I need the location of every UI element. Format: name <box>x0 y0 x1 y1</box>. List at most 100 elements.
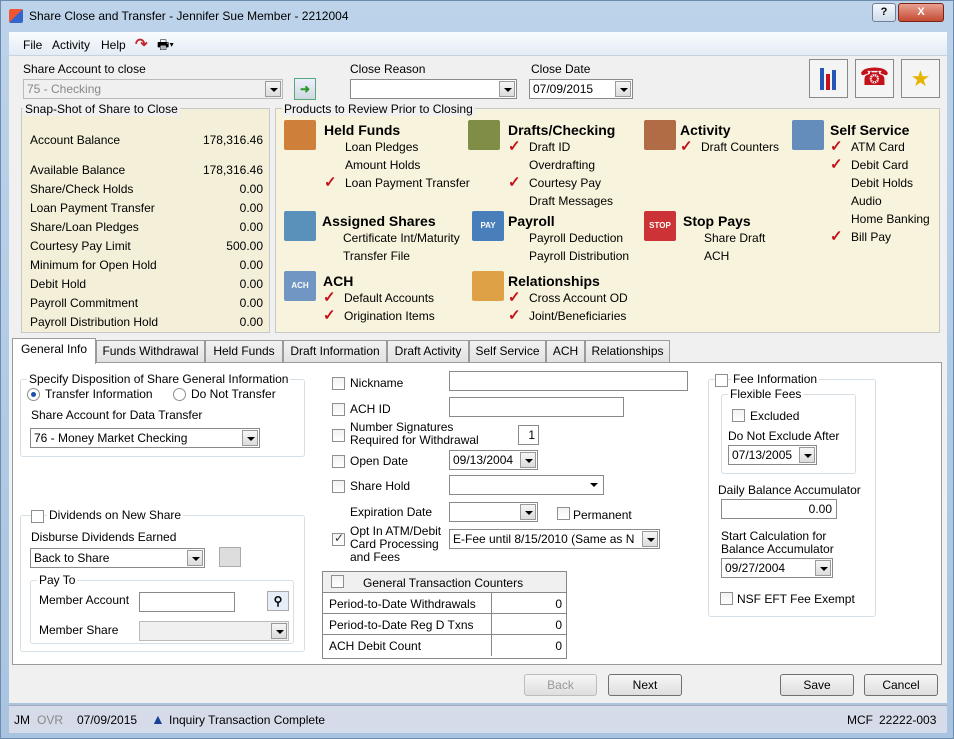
product-item: Payroll Distribution <box>529 249 630 263</box>
help-button[interactable]: ? <box>872 3 896 22</box>
checkbook-icon <box>468 120 500 150</box>
share-hold-checkbox[interactable] <box>332 480 345 493</box>
ach-id-input[interactable] <box>449 397 624 417</box>
review-check-icon: ✓ <box>323 307 336 324</box>
share-hold-select[interactable] <box>449 475 604 495</box>
binoculars-icon[interactable]: ⚲ <box>267 591 289 611</box>
tab-funds-withdrawal[interactable]: Funds Withdrawal <box>96 340 205 362</box>
cancel-button[interactable]: Cancel <box>864 674 938 696</box>
chevron-down-icon <box>187 550 203 566</box>
counter-row: Period-to-Date Reg D Txns 0 <box>323 614 566 635</box>
product-item: Bill Pay <box>851 230 892 244</box>
member-share-select[interactable] <box>139 621 289 641</box>
next-button[interactable]: Next <box>608 674 682 696</box>
counters-checkbox[interactable] <box>331 575 344 588</box>
product-item: Joint/Beneficiaries <box>529 309 627 323</box>
excluded-label: Excluded <box>750 409 800 423</box>
product-item: Loan Payment Transfer <box>345 176 470 190</box>
do-not-transfer-label: Do Not Transfer <box>191 387 276 401</box>
opt-in-checkbox[interactable] <box>332 531 345 546</box>
fee-info-label: Fee Information <box>731 372 820 386</box>
counter-label: Period-to-Date Reg D Txns <box>329 618 474 632</box>
assigned-title: Assigned Shares <box>322 213 436 229</box>
snapshot-value: 0.00 <box>239 315 263 329</box>
tab-relationships[interactable]: Relationships <box>585 340 670 362</box>
go-arrow-button[interactable]: ➜ <box>294 78 316 100</box>
fee-info-checkbox[interactable] <box>715 374 728 387</box>
back-button[interactable]: Back <box>524 674 597 696</box>
review-check-icon: ✓ <box>508 138 521 155</box>
snapshot-value: 0.00 <box>239 220 263 234</box>
nsf-checkbox[interactable] <box>720 592 733 605</box>
share-account-transfer-select[interactable]: 76 - Money Market Checking <box>30 428 260 448</box>
transfer-info-radio[interactable] <box>27 388 40 401</box>
open-date-checkbox[interactable] <box>332 455 345 468</box>
tab-general-info[interactable]: General Info <box>12 338 96 364</box>
counters-title: General Transaction Counters <box>363 576 524 590</box>
menu-help[interactable]: Help <box>101 38 126 52</box>
tab-ach[interactable]: ACH <box>546 340 585 362</box>
redo-icon[interactable]: ↷ <box>135 35 148 53</box>
daily-balance-input[interactable]: 0.00 <box>721 499 837 519</box>
share-hold-label: Share Hold <box>350 479 411 493</box>
excluded-checkbox[interactable] <box>732 409 745 422</box>
menu-activity[interactable]: Activity <box>52 38 90 52</box>
start-calc-picker[interactable]: 09/27/2004 <box>721 558 833 578</box>
num-signatures-input[interactable]: 1 <box>518 425 539 445</box>
opt-in-select[interactable]: E-Fee until 8/15/2010 (Same as N <box>449 529 660 549</box>
expiration-date-picker[interactable] <box>449 502 538 522</box>
tab-draft-information[interactable]: Draft Information <box>283 340 387 362</box>
report-chart-button[interactable] <box>809 59 848 98</box>
ach-id-checkbox[interactable] <box>332 403 345 416</box>
member-account-input[interactable] <box>139 592 235 612</box>
tab-held-funds[interactable]: Held Funds <box>205 340 283 362</box>
snapshot-label: Loan Payment Transfer <box>30 201 155 215</box>
save-button[interactable]: Save <box>780 674 854 696</box>
people-icon <box>472 271 504 301</box>
nickname-input[interactable] <box>449 371 688 391</box>
chevron-down-icon <box>586 477 602 493</box>
drafts-title: Drafts/Checking <box>508 122 616 138</box>
copy-icon[interactable] <box>219 547 241 567</box>
dividends-checkbox[interactable] <box>31 510 44 523</box>
product-item: Default Accounts <box>344 291 435 305</box>
ach-title: ACH <box>323 273 354 289</box>
self-service-title: Self Service <box>830 122 910 138</box>
review-check-icon: ✓ <box>508 307 521 324</box>
product-item: Draft Counters <box>701 140 780 154</box>
num-signatures-checkbox[interactable] <box>332 429 345 442</box>
do-not-exclude-picker[interactable]: 07/13/2005 <box>728 445 817 465</box>
close-button[interactable]: X <box>898 3 944 22</box>
open-date-picker[interactable]: 09/13/2004 <box>449 450 538 470</box>
permanent-checkbox[interactable] <box>557 507 570 520</box>
phone-icon[interactable]: ☎ <box>855 59 894 98</box>
held-funds-title: Held Funds <box>324 122 401 138</box>
snapshot-value: 0.00 <box>239 201 263 215</box>
snapshot-label: Payroll Distribution Hold <box>30 315 159 329</box>
close-reason-select[interactable] <box>350 79 517 99</box>
disburse-select[interactable]: Back to Share <box>30 548 205 568</box>
nickname-checkbox[interactable] <box>332 377 345 390</box>
product-item: Draft Messages <box>529 194 614 208</box>
opt-in-label: Opt In ATM/Debit Card Processing and Fee… <box>350 524 442 564</box>
share-transfer-icon <box>284 211 316 241</box>
chart-bar-icon <box>832 70 836 90</box>
share-account-select[interactable]: 75 - Checking <box>23 79 283 99</box>
product-item: Transfer File <box>343 249 410 263</box>
favorite-star-button[interactable]: ★ <box>901 59 940 98</box>
chevron-down-icon <box>642 531 658 547</box>
do-not-transfer-radio[interactable] <box>173 388 186 401</box>
print-icon[interactable]: 🖶▾ <box>157 36 174 58</box>
snapshot-value: 0.00 <box>239 277 263 291</box>
pay-to-label: Pay To <box>37 573 78 587</box>
review-check-icon: ✓ <box>830 228 843 245</box>
products-title: Products to Review Prior to Closing <box>282 102 475 116</box>
chart-bar-icon <box>820 68 824 90</box>
status-mcf: MCF <box>847 713 873 727</box>
status-date: 07/09/2015 <box>77 713 138 727</box>
menu-file[interactable]: File <box>23 38 42 52</box>
daily-balance-label: Daily Balance Accumulator <box>718 483 861 497</box>
close-date-picker[interactable]: 07/09/2015 <box>529 79 633 99</box>
tab-draft-activity[interactable]: Draft Activity <box>387 340 469 362</box>
tab-self-service[interactable]: Self Service <box>469 340 546 362</box>
